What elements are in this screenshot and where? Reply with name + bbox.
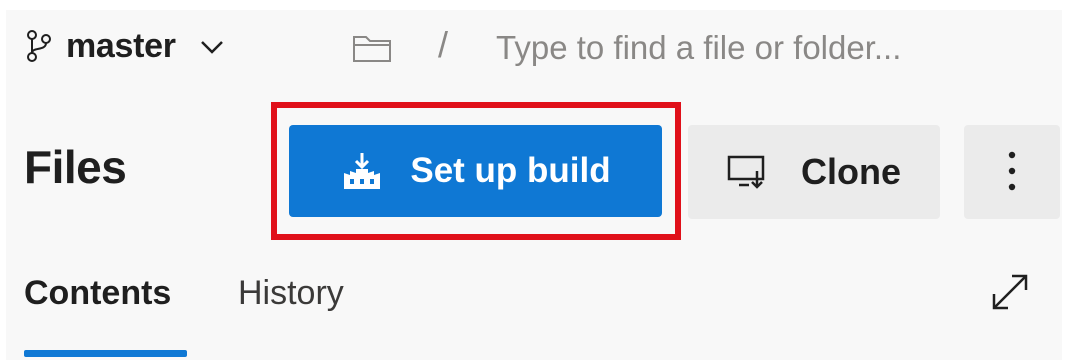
build-pipeline-icon [340,151,384,191]
path-separator: / [438,24,449,65]
tab-history[interactable]: History [238,274,344,313]
clone-monitor-icon [727,155,767,189]
folder-icon[interactable] [352,33,392,63]
file-search-input[interactable] [496,22,1016,74]
branch-selector[interactable]: master [26,22,226,70]
git-branch-icon [26,29,52,63]
expand-icon[interactable] [986,268,1034,316]
page-title: Files [24,141,127,193]
tab-selected-indicator [24,350,187,357]
chevron-down-icon[interactable] [198,32,226,60]
set-up-build-label: Set up build [410,151,611,190]
more-icon [1007,149,1017,196]
tab-contents[interactable]: Contents [24,274,171,313]
clone-label: Clone [800,151,901,192]
clone-button[interactable]: Clone [688,125,940,219]
set-up-build-button[interactable]: Set up build [289,125,662,217]
more-actions-button[interactable] [964,125,1060,219]
branch-name: master [66,26,176,65]
